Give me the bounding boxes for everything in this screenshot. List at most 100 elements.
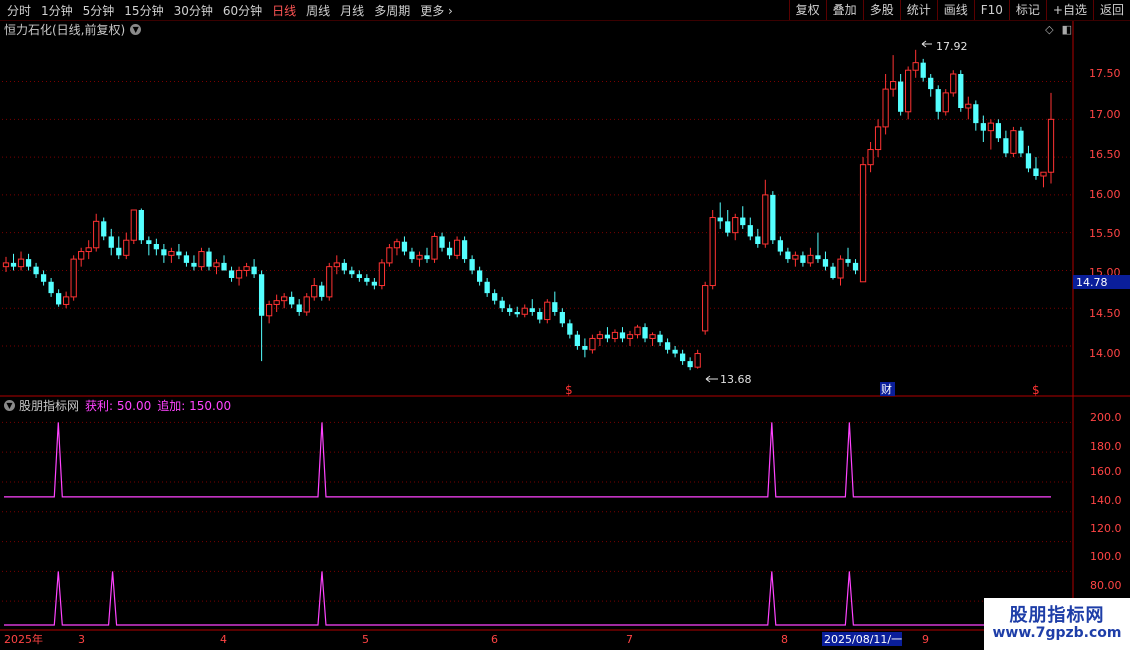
watermark-url: www.7gpzb.com: [992, 625, 1122, 641]
candle-body-up: [732, 217, 739, 234]
diamond-icon[interactable]: ◇: [1045, 23, 1053, 36]
high-arrow-icon: [921, 40, 932, 48]
candle-body-down: [920, 62, 926, 78]
candle-body-down: [777, 240, 783, 252]
candle-layer: [2, 49, 1055, 371]
candle-body-up: [431, 235, 438, 260]
candle-body-down: [1025, 153, 1032, 169]
candle-body-down: [935, 89, 941, 112]
indicator-tick: 100.0: [1090, 550, 1122, 563]
candle-body-down: [499, 300, 505, 309]
low-label: 13.68: [720, 373, 752, 386]
candle-body-down: [446, 247, 453, 256]
candle-body-down: [514, 312, 520, 315]
date-label: 4: [220, 633, 227, 646]
candle-body-down: [672, 349, 678, 354]
candle-body-down: [116, 247, 122, 256]
kline-chart[interactable]: 17.50 17.00 16.50 16.00 15.50 15.00 14.5…: [0, 0, 1130, 650]
candle-body-down: [980, 123, 986, 131]
candle-body-down: [619, 332, 626, 339]
candle-body-up: [912, 62, 919, 71]
candle-body-up: [386, 247, 393, 264]
candle-body-down: [747, 225, 753, 237]
candle-body-down: [995, 123, 1002, 139]
chevron-down-icon[interactable]: ▼: [4, 399, 15, 411]
indicator-tick: 80.00: [1090, 579, 1122, 592]
chevron-down-icon[interactable]: ▼: [130, 23, 142, 35]
candle-body-up: [78, 251, 85, 260]
candle-body-up: [905, 69, 912, 113]
candle-body-up: [649, 334, 656, 339]
candle-body-down: [973, 104, 979, 124]
candle-body-up: [709, 217, 716, 287]
candle-body-down: [251, 266, 257, 275]
candle-body-up: [243, 266, 250, 271]
dividend-marker: $: [1032, 383, 1040, 397]
stock-title: 恒力石化(日线,前复权): [4, 22, 126, 37]
date-label: 9: [922, 633, 929, 646]
price-axis: 17.50 17.00 16.50 16.00 15.50 15.00 14.5…: [1089, 67, 1121, 360]
candle-body-down: [574, 334, 580, 346]
candle-body-down: [424, 255, 430, 260]
window-icon[interactable]: ◧: [1062, 23, 1072, 36]
candle-body-up: [63, 296, 70, 305]
cursor-date: 2025/08/11/一: [824, 633, 902, 646]
candle-body-up: [273, 300, 280, 305]
candle-body-up: [882, 88, 889, 128]
candle-body-up: [70, 258, 77, 298]
candle-body-down: [717, 217, 723, 222]
candle-body-down: [1033, 168, 1039, 176]
candle-body-down: [785, 251, 791, 260]
price-tick: 16.00: [1089, 188, 1121, 201]
candle-body-down: [477, 270, 483, 282]
candle-body-up: [867, 149, 874, 166]
candle-body-down: [1003, 138, 1009, 154]
candle-body-up: [303, 296, 310, 313]
candle-body-down: [153, 244, 159, 250]
date-label: 3: [78, 633, 85, 646]
indicator-line-profit: [4, 571, 1051, 626]
candle-body-down: [10, 262, 17, 267]
candle-body-up: [311, 285, 318, 298]
candle-body-down: [484, 281, 490, 294]
candle-body-down: [108, 236, 114, 248]
candle-body-down: [740, 217, 746, 226]
low-arrow-icon: [705, 375, 718, 383]
candle-body-down: [409, 251, 415, 260]
candle-body-up: [950, 73, 957, 94]
high-label: 17.92: [936, 40, 968, 53]
candle-body-up: [393, 241, 401, 249]
add-label: 追加:: [157, 398, 186, 413]
candle-body-up: [702, 285, 709, 332]
candle-body-down: [664, 342, 671, 350]
candle-body-down: [1018, 130, 1024, 154]
candle-body-down: [356, 274, 362, 278]
candle-body-down: [40, 274, 47, 282]
candle-body-down: [401, 241, 408, 252]
candle-body-down: [845, 259, 851, 263]
price-tick: 17.50: [1089, 67, 1121, 80]
add-value: 150.00: [189, 398, 232, 413]
chart-corner-icons: ◇ ◧: [1045, 23, 1072, 36]
candle-body-down: [559, 312, 565, 324]
candle-body-down: [55, 293, 62, 305]
date-label: 6: [491, 633, 498, 646]
indicator-axis: 200.0 180.0 160.0 140.0 120.0 100.0 80.0…: [1090, 411, 1122, 592]
candle-body-up: [694, 353, 701, 368]
candle-body-down: [552, 302, 558, 312]
candle-body-down: [101, 221, 107, 237]
date-label: 5: [362, 633, 369, 646]
candle-body-up: [453, 239, 461, 256]
candle-body-down: [228, 270, 235, 278]
indicator-value-profit: 获利: 50.00: [85, 397, 151, 414]
candle-body-up: [333, 262, 340, 268]
main-chart-header: 恒力石化(日线,前复权) ▼: [0, 21, 142, 37]
candle-body-down: [221, 262, 227, 271]
candle-body-up: [965, 103, 972, 109]
candle-body-down: [604, 334, 611, 339]
price-tick: 14.50: [1089, 307, 1121, 320]
candle-body-down: [679, 353, 686, 362]
date-label: 7: [626, 633, 633, 646]
indicator-tick: 180.0: [1090, 440, 1122, 453]
candle-body-down: [258, 274, 265, 316]
